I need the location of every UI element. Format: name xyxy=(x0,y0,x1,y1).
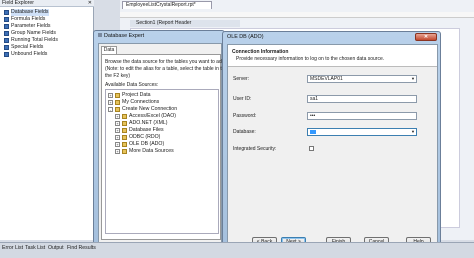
field-explorer-item[interactable]: Unbound Fields xyxy=(4,51,47,58)
tree-item-ado-net[interactable]: + ADO.NET (XML) xyxy=(115,120,168,127)
report-tab-label: EmployeeListCrystalReport.rpt* xyxy=(126,2,196,8)
folder-icon xyxy=(122,142,127,147)
close-icon: ✕ xyxy=(423,34,429,40)
folder-icon xyxy=(115,93,120,98)
formula-fields-icon xyxy=(4,17,9,22)
tree-item-odbc[interactable]: + ODBC (RDO) xyxy=(115,134,160,141)
folder-icon xyxy=(115,100,120,105)
desc-line-1: Browse the data source for the tables yo… xyxy=(105,59,226,65)
tree-item-create-new-connection[interactable]: - Create New Connection xyxy=(108,106,177,113)
oledb-header: Connection Information Provide necessary… xyxy=(228,45,437,67)
field-explorer-item[interactable]: Parameter Fields xyxy=(4,23,51,30)
running-total-fields-icon xyxy=(4,38,9,43)
tab-task-list[interactable]: Task List xyxy=(25,245,45,251)
field-explorer-tree: Database Fields Formula Fields Parameter… xyxy=(4,9,92,69)
server-value: MSDEVLAP01 xyxy=(310,76,343,82)
expand-icon[interactable]: + xyxy=(115,135,120,140)
server-combobox[interactable]: MSDEVLAP01 ▼ xyxy=(307,75,417,83)
field-explorer-titlebar: Field Explorer ✕ xyxy=(0,0,94,7)
special-fields-icon xyxy=(4,45,9,50)
oledb-body: Connection Information Provide necessary… xyxy=(227,44,438,248)
server-label: Server: xyxy=(233,76,250,82)
chevron-down-icon[interactable]: ▼ xyxy=(411,76,415,82)
database-fields-icon xyxy=(4,10,9,15)
oledb-titlebar: OLE DB (ADO) xyxy=(227,33,387,42)
tree-item-my-connections[interactable]: + My Connections xyxy=(108,99,159,106)
folder-icon xyxy=(115,107,120,112)
tab-output[interactable]: Output xyxy=(48,245,64,251)
expand-icon[interactable]: + xyxy=(115,142,120,147)
database-expert-titlebar: Database Expert xyxy=(98,32,222,41)
folder-icon xyxy=(122,149,127,154)
password-field[interactable]: ••• xyxy=(307,112,417,120)
expand-icon[interactable]: + xyxy=(108,100,113,105)
tab-data[interactable]: Data xyxy=(101,46,117,54)
integrated-security-label: Integrated Security: xyxy=(233,146,277,152)
database-expert-body: Data Browse the data source for the tabl… xyxy=(98,43,227,243)
desc-line-2: (Note: to edit the alias for a table, se… xyxy=(105,66,228,72)
field-explorer-item[interactable]: Special Fields xyxy=(4,44,43,51)
oledb-dialog: OLE DB (ADO) ✕ Connection Information Pr… xyxy=(222,31,441,251)
field-explorer-item[interactable]: Formula Fields xyxy=(4,16,45,23)
close-button[interactable]: ✕ xyxy=(415,33,437,41)
userid-field[interactable]: sa1 xyxy=(307,95,417,103)
field-explorer-panel: Field Explorer ✕ Database Fields Formula… xyxy=(0,0,94,240)
window-icon xyxy=(98,33,102,37)
tab-find-results[interactable]: Find Results xyxy=(67,245,96,251)
chevron-down-icon[interactable]: ▼ xyxy=(411,129,415,135)
report-tab[interactable]: EmployeeListCrystalReport.rpt* xyxy=(122,1,212,9)
field-explorer-item[interactable]: Database Fields xyxy=(4,9,49,16)
oledb-title: OLE DB (ADO) xyxy=(227,34,264,40)
unbound-fields-icon xyxy=(4,52,9,57)
folder-icon xyxy=(122,114,127,119)
expand-icon[interactable]: + xyxy=(115,149,120,154)
data-tab-panel: Browse the data source for the tables yo… xyxy=(101,54,227,240)
available-sources-label: Available Data Sources: xyxy=(105,82,159,88)
password-label: Password: xyxy=(233,113,257,119)
tree-item-more-data-sources[interactable]: + More Data Sources xyxy=(115,148,174,155)
desc-line-3: the F2 key) xyxy=(105,73,131,79)
tree-item-ole-db[interactable]: + OLE DB (ADO) xyxy=(115,141,164,148)
expand-icon[interactable]: + xyxy=(115,128,120,133)
field-explorer-item[interactable]: Group Name Fields xyxy=(4,30,56,37)
database-selection xyxy=(310,129,316,134)
database-label: Database: xyxy=(233,129,256,135)
expand-icon[interactable]: + xyxy=(108,93,113,98)
userid-label: User ID: xyxy=(233,96,252,102)
report-ruler xyxy=(120,12,474,18)
tree-item-access-excel[interactable]: + Access/Excel (DAO) xyxy=(115,113,176,120)
folder-icon xyxy=(122,121,127,126)
expand-icon[interactable]: + xyxy=(115,121,120,126)
expand-icon[interactable]: + xyxy=(115,114,120,119)
tab-error-list[interactable]: Error List xyxy=(2,245,23,251)
data-sources-tree: + Project Data + My Connections - Create Ne… xyxy=(105,89,219,234)
database-expert-title: Database Expert xyxy=(104,33,145,39)
connection-subheading: Provide necessary information to log on … xyxy=(236,56,385,62)
field-explorer-item[interactable]: Running Total Fields xyxy=(4,37,58,44)
database-combobox[interactable]: ▼ xyxy=(307,128,417,136)
close-icon[interactable]: ✕ xyxy=(88,0,92,7)
group-name-fields-icon xyxy=(4,31,9,36)
tree-item-project-data[interactable]: + Project Data xyxy=(108,92,151,99)
folder-icon xyxy=(122,135,127,140)
integrated-security-checkbox[interactable] xyxy=(309,146,314,151)
field-explorer-title: Field Explorer xyxy=(2,0,35,6)
report-section-band: Section1 (Report Header xyxy=(130,20,240,27)
section-label: Section1 (Report Header xyxy=(136,20,192,26)
database-expert-dialog: Database Expert Data Browse the data sou… xyxy=(93,30,227,246)
folder-icon xyxy=(122,128,127,133)
collapse-icon[interactable]: - xyxy=(108,107,113,112)
parameter-fields-icon xyxy=(4,24,9,29)
bottom-tabs: Error List Task List Output Find Results xyxy=(0,242,474,258)
connection-heading: Connection Information xyxy=(232,49,289,55)
tree-item-database-files[interactable]: + Database Files xyxy=(115,127,164,134)
